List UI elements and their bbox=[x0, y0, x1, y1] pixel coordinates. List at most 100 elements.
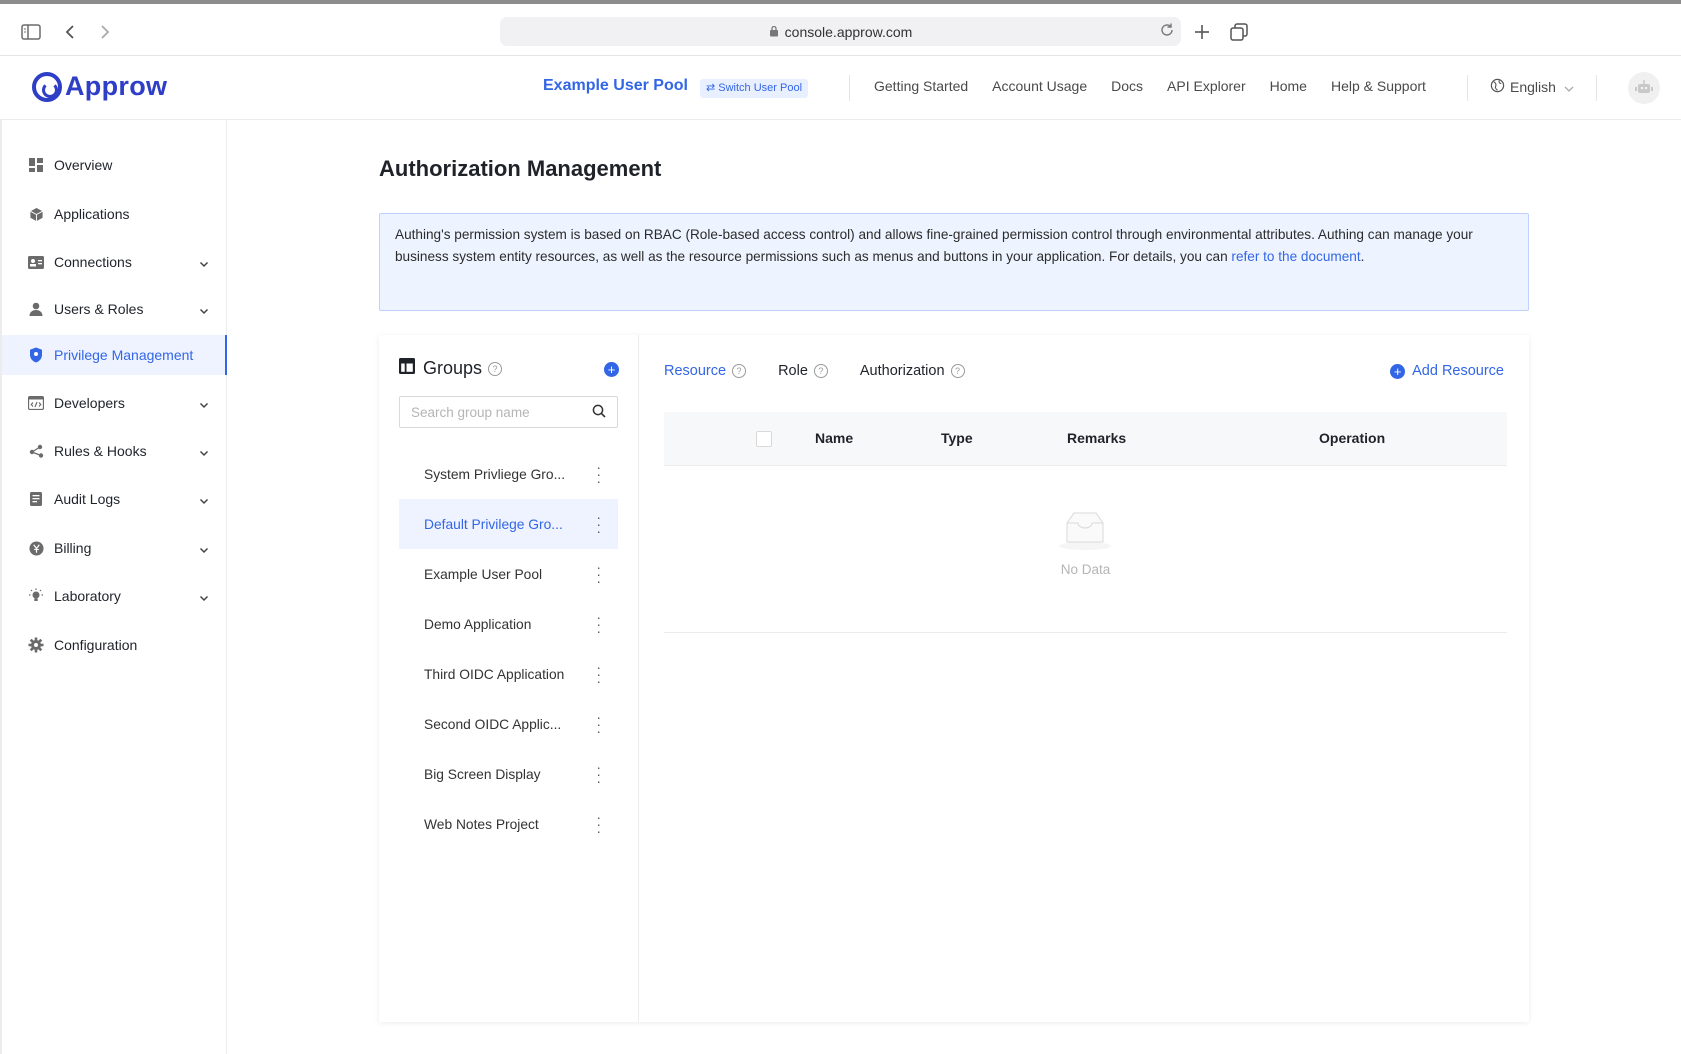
info-alert: Authing's permission system is based on … bbox=[379, 213, 1529, 311]
sidebar-item-billing[interactable]: Billing bbox=[2, 528, 227, 568]
nav-help-support[interactable]: Help & Support bbox=[1331, 78, 1426, 94]
top-nav: Getting Started Account Usage Docs API E… bbox=[874, 78, 1450, 94]
help-icon[interactable]: ? bbox=[950, 364, 965, 378]
group-item[interactable]: Second OIDC Applic... · · · bbox=[399, 699, 618, 749]
plus-circle-icon: + bbox=[1390, 363, 1406, 379]
new-tab-icon[interactable] bbox=[1190, 20, 1214, 44]
sidebar-item-users-roles[interactable]: Users & Roles bbox=[2, 289, 227, 329]
privilege-panel: Groups ? + System Privliege Gro... ··· De… bbox=[379, 335, 1529, 1022]
page-title: Authorization Management bbox=[379, 156, 662, 181]
search-icon[interactable] bbox=[592, 404, 606, 423]
group-item[interactable]: System Privliege Gro... · · · bbox=[399, 449, 618, 499]
sidebar-item-rules-hooks[interactable]: Rules & Hooks bbox=[2, 431, 227, 471]
back-icon[interactable] bbox=[58, 20, 82, 44]
group-item[interactable]: Third OIDC Application · · · bbox=[399, 649, 618, 699]
group-name: System Privliege Gro... bbox=[424, 466, 566, 482]
browser-toolbar: console.approw.com bbox=[0, 4, 1681, 56]
sidebar-item-label: Audit Logs bbox=[54, 491, 121, 507]
more-vertical-icon[interactable]: · · · bbox=[596, 760, 601, 788]
nav-home[interactable]: Home bbox=[1270, 78, 1307, 94]
header-divider bbox=[1467, 75, 1468, 101]
add-group-button[interactable]: + bbox=[604, 362, 619, 377]
chevron-down-icon bbox=[199, 541, 209, 557]
avatar[interactable] bbox=[1628, 72, 1660, 104]
chevron-down-icon bbox=[199, 255, 209, 271]
sidebar-item-developers[interactable]: Developers bbox=[2, 383, 227, 423]
column-name[interactable]: Name bbox=[815, 430, 853, 446]
nav-account-usage[interactable]: Account Usage bbox=[992, 78, 1087, 94]
chevron-down-icon bbox=[199, 302, 209, 318]
id-card-icon bbox=[27, 253, 45, 271]
sidebar-item-applications[interactable]: Applications bbox=[2, 194, 227, 234]
sidebar-item-label: Laboratory bbox=[54, 588, 121, 604]
more-vertical-icon[interactable]: · · · bbox=[596, 560, 601, 588]
help-icon[interactable]: ? bbox=[813, 364, 828, 378]
share-nodes-icon bbox=[27, 442, 45, 460]
sidebar-toggle-icon[interactable] bbox=[19, 20, 43, 44]
group-item[interactable]: Big Screen Display · · · bbox=[399, 749, 618, 799]
address-bar[interactable]: console.approw.com bbox=[500, 17, 1181, 46]
sidebar-item-laboratory[interactable]: Laboratory bbox=[2, 576, 227, 616]
approw-logo[interactable]: Approw bbox=[32, 71, 167, 102]
nav-docs[interactable]: Docs bbox=[1111, 78, 1143, 94]
bulb-icon bbox=[27, 587, 45, 605]
sidebar-item-connections[interactable]: Connections bbox=[2, 242, 227, 282]
header-divider bbox=[849, 75, 850, 101]
sidebar-item-label: Developers bbox=[54, 395, 125, 411]
tab-overview-icon[interactable] bbox=[1227, 20, 1251, 44]
language-label: English bbox=[1510, 79, 1556, 95]
logo-text: Approw bbox=[65, 71, 168, 101]
group-item[interactable]: Demo Application · · · bbox=[399, 599, 618, 649]
empty-text: No Data bbox=[1060, 562, 1111, 577]
tab-label: Authorization bbox=[859, 363, 945, 379]
more-vertical-icon[interactable]: · · · bbox=[596, 710, 601, 738]
sidebar-item-overview[interactable]: Overview bbox=[2, 145, 227, 185]
more-vertical-icon[interactable]: · · · bbox=[596, 810, 601, 838]
group-name: Third OIDC Application bbox=[424, 666, 565, 682]
sidebar-item-audit-logs[interactable]: Audit Logs bbox=[2, 479, 227, 519]
more-vertical-icon[interactable]: · · · bbox=[596, 660, 601, 688]
group-name: Example User Pool bbox=[424, 566, 543, 582]
sidebar-item-label: Applications bbox=[54, 206, 130, 222]
group-item[interactable]: Web Notes Project · · · bbox=[399, 799, 618, 849]
group-search-input[interactable] bbox=[400, 397, 580, 427]
help-icon[interactable]: ? bbox=[732, 364, 747, 378]
groups-panel: Groups ? + System Privliege Gro... ··· De… bbox=[379, 335, 639, 1022]
tab-role[interactable]: Role? bbox=[778, 363, 828, 379]
code-window-icon bbox=[27, 394, 45, 412]
reload-icon[interactable] bbox=[1159, 22, 1175, 41]
add-resource-button[interactable]: + Add Resource bbox=[1390, 363, 1504, 379]
group-item[interactable]: Example User Pool · · · bbox=[399, 549, 618, 599]
switch-pool-label: Switch User Pool bbox=[718, 82, 803, 94]
help-icon[interactable]: ? bbox=[488, 361, 503, 376]
nav-api-explorer[interactable]: API Explorer bbox=[1167, 78, 1246, 94]
table-header: Name Type Remarks Operation bbox=[664, 412, 1507, 466]
sidebar-item-label: Billing bbox=[54, 540, 92, 556]
sidebar-item-label: Configuration bbox=[54, 637, 138, 653]
chevron-down-icon bbox=[1564, 79, 1574, 95]
alert-end: . bbox=[1360, 249, 1365, 264]
more-vertical-icon[interactable]: · · · bbox=[596, 460, 601, 488]
tab-resource[interactable]: Resource? bbox=[664, 363, 747, 379]
column-remarks[interactable]: Remarks bbox=[1067, 430, 1126, 446]
nav-getting-started[interactable]: Getting Started bbox=[874, 78, 968, 94]
chevron-down-icon bbox=[199, 444, 209, 460]
refer-document-link[interactable]: refer to the document bbox=[1231, 249, 1360, 264]
select-all-checkbox[interactable] bbox=[756, 431, 772, 447]
switch-pool-button[interactable]: ⇄ Switch User Pool bbox=[700, 79, 809, 98]
group-name: Web Notes Project bbox=[424, 816, 539, 832]
sidebar-item-configuration[interactable]: Configuration bbox=[2, 625, 227, 665]
tab-authorization[interactable]: Authorization? bbox=[860, 363, 965, 379]
sidebar-item-label: Connections bbox=[54, 254, 132, 270]
more-vertical-icon[interactable]: · · · bbox=[596, 510, 601, 538]
more-vertical-icon[interactable]: · · · bbox=[596, 610, 601, 638]
language-selector[interactable]: English bbox=[1490, 78, 1574, 96]
cube-icon bbox=[27, 205, 45, 223]
column-operation[interactable]: Operation bbox=[1319, 430, 1385, 446]
forward-icon[interactable] bbox=[93, 20, 117, 44]
sidebar-item-privilege-management[interactable]: Privilege Management bbox=[2, 335, 227, 375]
group-item[interactable]: Default Privilege Gro... · · · bbox=[399, 499, 618, 549]
column-type[interactable]: Type bbox=[941, 430, 973, 446]
group-list: System Privliege Gro... · · · Default Privi… bbox=[399, 449, 618, 849]
current-pool-name[interactable]: Example User Pool bbox=[543, 77, 688, 95]
